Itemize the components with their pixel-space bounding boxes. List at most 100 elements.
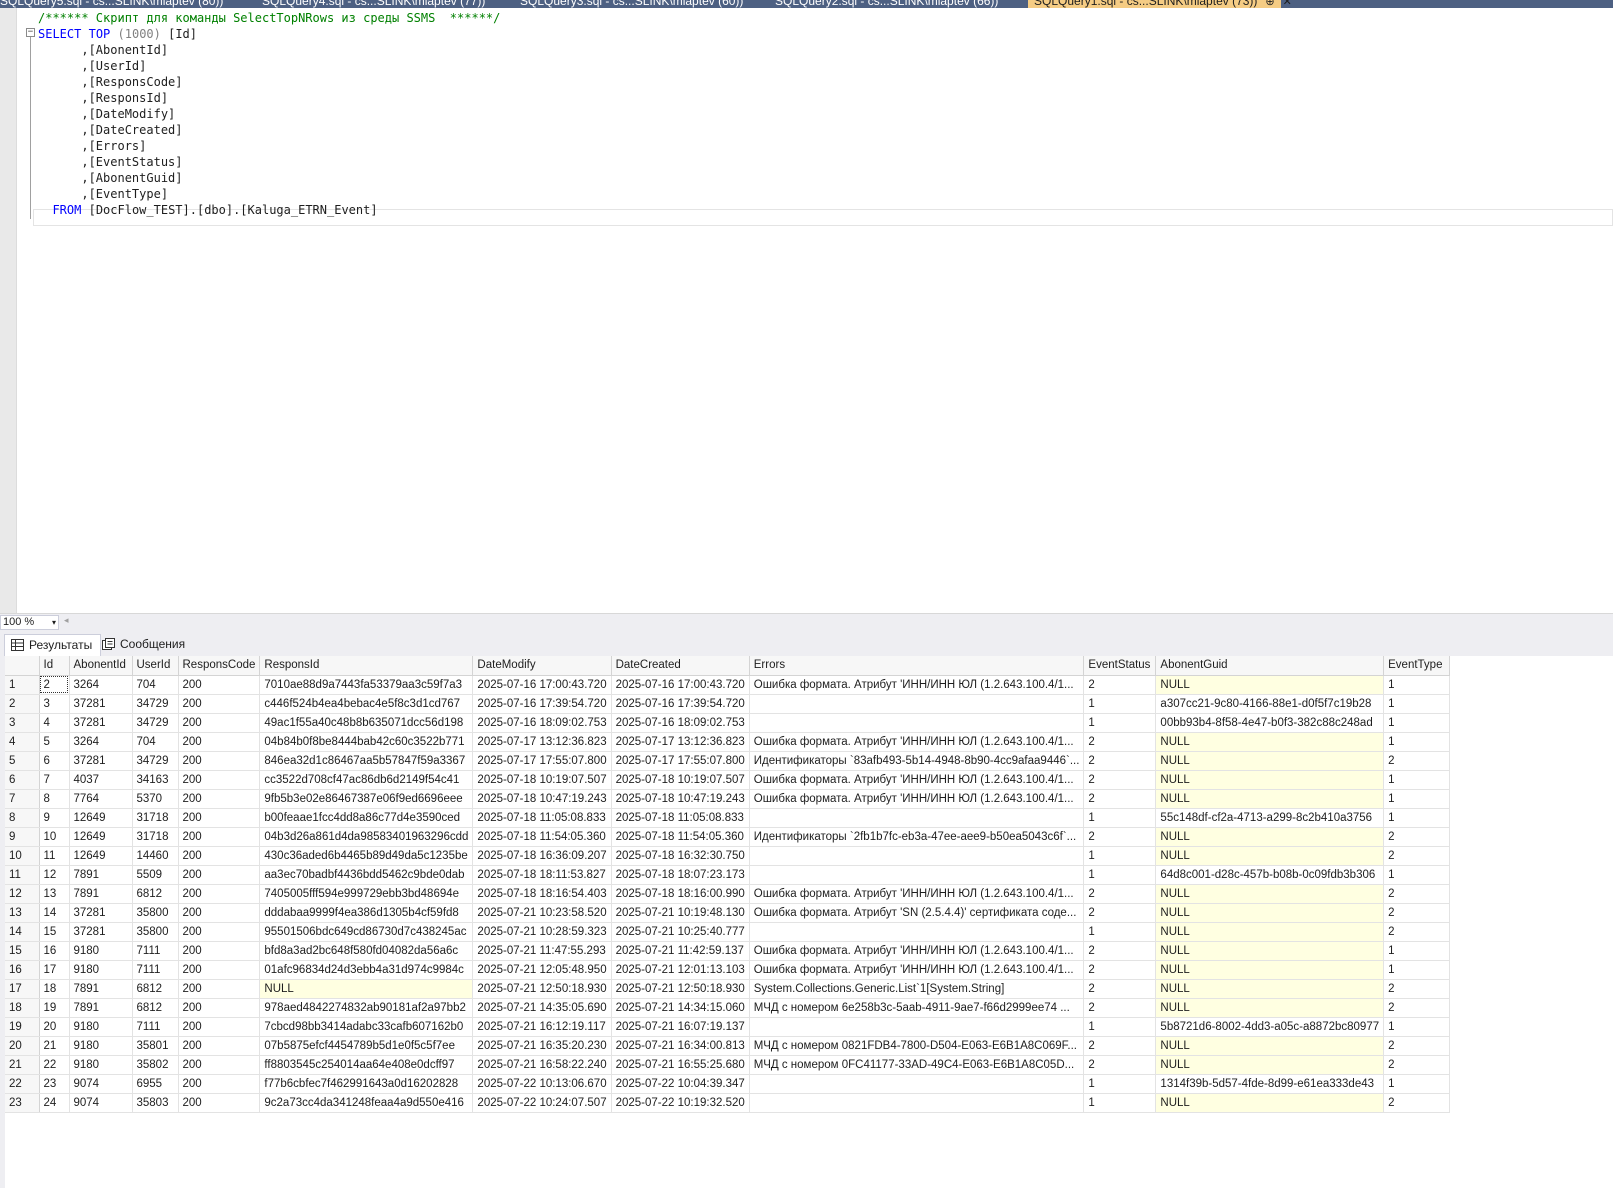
cell-userid[interactable]: 6812 <box>132 884 179 904</box>
row-number[interactable]: 7 <box>5 789 40 809</box>
cell-responscode[interactable]: 200 <box>178 827 261 847</box>
table-row[interactable]: 17 18 7891 6812 200 NULL 2025-07-21 12:50:18.9… <box>5 979 1451 999</box>
cell-datemodify[interactable]: 2025-07-18 10:19:07.507 <box>472 770 612 790</box>
cell-abonentid[interactable]: 12649 <box>69 827 133 847</box>
cell-eventstatus[interactable]: 2 <box>1083 827 1157 847</box>
cell-eventstatus[interactable]: 2 <box>1083 1036 1157 1056</box>
table-row[interactable]: 12 13 7891 6812 200 7405005fff594e999729ebb3b… <box>5 884 1451 904</box>
row-number[interactable]: 10 <box>5 846 40 866</box>
cell-datemodify[interactable]: 2025-07-21 11:47:55.293 <box>472 941 612 961</box>
cell-datemodify[interactable]: 2025-07-22 10:24:07.507 <box>472 1093 612 1113</box>
doc-tab-query4[interactable]: SQLQuery4.sql - cs...SLINK\mlaptev (77)) <box>262 0 485 8</box>
cell-eventtype[interactable]: 2 <box>1383 1055 1451 1075</box>
table-row[interactable]: 22 23 9074 6955 200 f77b6cbfec7f462991643a0d1… <box>5 1074 1451 1094</box>
cell-eventtype[interactable]: 2 <box>1383 903 1451 923</box>
cell-eventstatus[interactable]: 2 <box>1083 884 1157 904</box>
cell-responsid[interactable]: 9fb5b3e02e86467387e06f9ed6696eee <box>259 789 474 809</box>
cell-userid[interactable]: 31718 <box>132 827 179 847</box>
cell-abonentguid[interactable]: NULL <box>1155 675 1385 695</box>
cell-eventstatus[interactable]: 2 <box>1083 960 1157 980</box>
cell-abonentguid[interactable]: NULL <box>1155 922 1385 942</box>
cell-datecreated[interactable]: 2025-07-16 17:00:43.720 <box>611 675 750 695</box>
cell-id[interactable]: 4 <box>39 713 70 733</box>
cell-responscode[interactable]: 200 <box>178 770 261 790</box>
cell-responsid[interactable]: b00feaae1fcc4dd8a86c77d4e3590ced <box>259 808 474 828</box>
cell-eventstatus[interactable]: 2 <box>1083 789 1157 809</box>
cell-responsid[interactable]: dddabaa9999f4ea386d1305b4cf59fd8 <box>259 903 474 923</box>
table-row[interactable]: 1 2 3264 704 200 7010ae88d9a7443fa53379aa3c59… <box>5 675 1451 695</box>
cell-responsid[interactable]: ff8803545c254014aa64e408e0dcff97 <box>259 1055 474 1075</box>
cell-abonentid[interactable]: 37281 <box>69 751 133 771</box>
cell-abonentid[interactable]: 37281 <box>69 713 133 733</box>
cell-responsid[interactable]: 430c36aded6b4465b89d49da5c1235be <box>259 846 474 866</box>
results-grid[interactable]: Id AbonentId UserId ResponsCode ResponsId Dat… <box>0 656 1613 1188</box>
cell-datecreated[interactable]: 2025-07-21 10:25:40.777 <box>611 922 750 942</box>
cell-abonentid[interactable]: 7891 <box>69 998 133 1018</box>
cell-eventtype[interactable]: 1 <box>1383 1074 1451 1094</box>
cell-abonentguid[interactable]: NULL <box>1155 789 1385 809</box>
table-row[interactable]: 15 16 9180 7111 200 bfd8a3ad2bc648f580fd04082… <box>5 941 1451 961</box>
row-number[interactable]: 23 <box>5 1093 40 1113</box>
cell-datecreated[interactable]: 2025-07-18 18:16:00.990 <box>611 884 750 904</box>
doc-tab-query5[interactable]: SQLQuery5.sql - cs...SLINK\mlaptev (80)) <box>0 0 223 8</box>
cell-errors[interactable] <box>749 808 1085 828</box>
cell-errors[interactable]: Ошибка формата. Атрибут 'ИНН/ИНН ЮЛ (1.2… <box>749 941 1085 961</box>
cell-errors[interactable]: Ошибка формата. Атрибут 'ИНН/ИНН ЮЛ (1.2… <box>749 770 1085 790</box>
cell-eventstatus[interactable]: 1 <box>1083 1017 1157 1037</box>
cell-errors[interactable]: Ошибка формата. Атрибут 'ИНН/ИНН ЮЛ (1.2… <box>749 732 1085 752</box>
cell-abonentguid[interactable]: 00bb93b4-8f58-4e47-b0f3-382c88c248ad <box>1155 713 1385 733</box>
cell-id[interactable]: 8 <box>39 789 70 809</box>
cell-id[interactable]: 14 <box>39 903 70 923</box>
cell-eventstatus[interactable]: 1 <box>1083 713 1157 733</box>
cell-abonentid[interactable]: 3264 <box>69 732 133 752</box>
cell-datecreated[interactable]: 2025-07-18 18:07:23.173 <box>611 865 750 885</box>
doc-tab-query3[interactable]: SQLQuery3.sql - cs...SLINK\mlaptev (60)) <box>520 0 743 8</box>
tab-results[interactable]: Результаты <box>4 634 102 656</box>
cell-abonentid[interactable]: 9180 <box>69 941 133 961</box>
zoom-dropdown[interactable]: 100 % ▾ <box>0 615 59 630</box>
cell-abonentguid[interactable]: 1314f39b-5d57-4fde-8d99-e61ea333de43 <box>1155 1074 1385 1094</box>
cell-abonentguid[interactable]: NULL <box>1155 1036 1385 1056</box>
cell-responscode[interactable]: 200 <box>178 694 261 714</box>
table-row[interactable]: 9 10 12649 31718 200 04b3d26a861d4da985834019… <box>5 827 1451 847</box>
cell-userid[interactable]: 7111 <box>132 941 179 961</box>
cell-datecreated[interactable]: 2025-07-18 10:19:07.507 <box>611 770 750 790</box>
cell-eventstatus[interactable]: 1 <box>1083 1074 1157 1094</box>
cell-responsid[interactable]: NULL <box>259 979 474 999</box>
table-row[interactable]: 3 4 37281 34729 200 49ac1f55a40c48b8b635071dc… <box>5 713 1451 733</box>
cell-eventtype[interactable]: 1 <box>1383 789 1451 809</box>
cell-errors[interactable] <box>749 1074 1085 1094</box>
cell-datecreated[interactable]: 2025-07-21 16:34:00.813 <box>611 1036 750 1056</box>
cell-errors[interactable]: Идентификаторы `2fb1b7fc-eb3a-47ee-aee9-… <box>749 827 1085 847</box>
row-number[interactable]: 18 <box>5 998 40 1018</box>
cell-datecreated[interactable]: 2025-07-18 11:54:05.360 <box>611 827 750 847</box>
cell-eventtype[interactable]: 1 <box>1383 675 1451 695</box>
cell-datecreated[interactable]: 2025-07-21 14:34:15.060 <box>611 998 750 1018</box>
cell-id[interactable]: 3 <box>39 694 70 714</box>
cell-id[interactable]: 23 <box>39 1074 70 1094</box>
row-number[interactable]: 8 <box>5 808 40 828</box>
cell-userid[interactable]: 34163 <box>132 770 179 790</box>
cell-eventtype[interactable]: 1 <box>1383 713 1451 733</box>
cell-eventstatus[interactable]: 2 <box>1083 1055 1157 1075</box>
cell-eventstatus[interactable]: 2 <box>1083 675 1157 695</box>
cell-eventstatus[interactable]: 1 <box>1083 865 1157 885</box>
cell-datecreated[interactable]: 2025-07-17 13:12:36.823 <box>611 732 750 752</box>
cell-datemodify[interactable]: 2025-07-18 10:47:19.243 <box>472 789 612 809</box>
cell-errors[interactable] <box>749 713 1085 733</box>
cell-responscode[interactable]: 200 <box>178 903 261 923</box>
column-header-abonentguid[interactable]: AbonentGuid <box>1155 656 1385 676</box>
cell-responscode[interactable]: 200 <box>178 1074 261 1094</box>
cell-id[interactable]: 10 <box>39 827 70 847</box>
cell-datemodify[interactable]: 2025-07-21 16:12:19.117 <box>472 1017 612 1037</box>
row-number[interactable]: 11 <box>5 865 40 885</box>
table-row[interactable]: 11 12 7891 5509 200 aa3ec70badbf4436bdd5462c9… <box>5 865 1451 885</box>
cell-abonentid[interactable]: 7891 <box>69 865 133 885</box>
cell-userid[interactable]: 14460 <box>132 846 179 866</box>
cell-datecreated[interactable]: 2025-07-16 17:39:54.720 <box>611 694 750 714</box>
cell-abonentid[interactable]: 7891 <box>69 979 133 999</box>
cell-eventtype[interactable]: 2 <box>1383 979 1451 999</box>
table-row[interactable]: 20 21 9180 35801 200 07b5875efcf4454789b5d1e0… <box>5 1036 1451 1056</box>
cell-datecreated[interactable]: 2025-07-21 11:42:59.137 <box>611 941 750 961</box>
cell-eventstatus[interactable]: 2 <box>1083 979 1157 999</box>
